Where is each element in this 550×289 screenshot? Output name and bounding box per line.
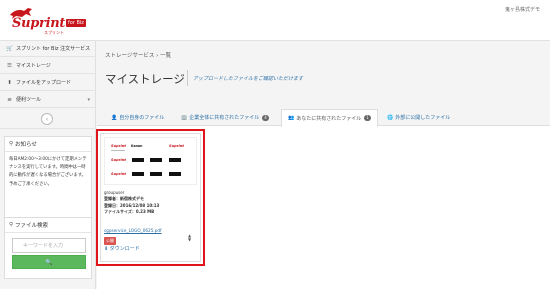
notice-panel: ⚲ お知らせ 毎日AM2:00～3:00にかけて定期メンテナンスを実行しています…: [4, 136, 92, 224]
thumb-block: [169, 172, 181, 176]
notice-body: 毎日AM2:00～3:00にかけて定期メンテナンスを実行しています。時間中は一時…: [9, 157, 87, 187]
sidebar-item-label: マイストレージ: [16, 63, 51, 69]
title-divider: [187, 70, 188, 86]
file-name-link[interactable]: sgpservice_LOGO_0625.pdf: [104, 228, 161, 233]
page-description: アップロードしたファイルをご確認いただけます: [193, 76, 304, 82]
download-icon: ⬇: [104, 246, 109, 252]
suprint-logo[interactable]: Suprint for Biz スプリント: [8, 6, 88, 35]
thumb-block: [150, 172, 162, 176]
globe-icon: 🌐: [387, 114, 394, 121]
count-badge: 4: [262, 114, 269, 121]
search-icon: 🔍: [45, 258, 53, 266]
file-card[interactable]: Suprint Kanon Suprint Suprint Suprint gr…: [100, 133, 201, 262]
thumb-block: [150, 158, 162, 162]
status-badge: 公開: [104, 237, 116, 245]
sidebar-item-upload[interactable]: ⬆ ファイルをアップロード: [0, 75, 96, 91]
upload-icon: ⬆: [7, 79, 12, 86]
tab-own-files[interactable]: 👤 自分自身のファイル: [105, 109, 170, 126]
building-icon: 🏢: [181, 114, 188, 121]
thumb-block: [132, 172, 144, 176]
map-pin-icon: ⚲: [9, 222, 14, 228]
tab-public-files[interactable]: 🌐 外部に公開したファイル: [381, 109, 456, 126]
tab-label: 外部に公開したファイル: [395, 115, 451, 121]
tab-shared-with-you[interactable]: 👥 あなたに共有されたファイル 1: [281, 109, 378, 127]
thumb-logo: Suprint: [111, 144, 126, 148]
company-name: 鬼ヶ島株式デモ: [504, 7, 540, 13]
sidebar-item-order-service[interactable]: 🛒 スプリント for Biz 注文サービス: [0, 41, 96, 57]
download-button[interactable]: ⬇ ダウンロード: [104, 245, 140, 252]
logo-kana: スプリント: [44, 30, 64, 35]
logo-biz-badge: for Biz: [66, 19, 86, 27]
cart-icon: 🛒: [6, 45, 13, 52]
file-search-header: ⚲ ファイル検索: [5, 218, 91, 233]
page-title: マイストレージ: [105, 72, 185, 86]
notice-title: お知らせ: [15, 142, 37, 148]
count-badge: 1: [364, 115, 371, 121]
sidebar-item-tools[interactable]: ≡ 便利ツール ▾: [0, 92, 96, 108]
top-bar: Suprint for Biz スプリント 鬼ヶ島株式デモ: [0, 0, 550, 41]
menu-icon: ≡: [7, 96, 12, 103]
tab-label: あなたに共有されたファイル: [296, 115, 362, 122]
collapse-sidebar-button[interactable]: ‹: [41, 113, 53, 125]
sidebar-toggle-row: ‹: [0, 109, 96, 129]
thumb-logo: Suprint: [111, 158, 126, 162]
tab-label: 企業全体に共有されたファイル: [189, 115, 260, 121]
stepper-icon[interactable]: ▲ ▼: [188, 234, 191, 242]
file-thumbnail[interactable]: Suprint Kanon Suprint Suprint Suprint: [104, 137, 197, 185]
thumb-line: [111, 150, 125, 151]
thumb-block: [132, 158, 144, 162]
search-input[interactable]: キーワードを入力: [12, 238, 86, 253]
sidebar-item-my-storage[interactable]: ☰ マイストレージ: [0, 58, 96, 74]
tab-label: 自分自身のファイル: [119, 115, 165, 121]
thumb-block: [169, 158, 181, 162]
sidebar-item-label: 便利ツール: [16, 97, 42, 103]
notice-panel-header: ⚲ お知らせ: [5, 137, 91, 152]
logo-wordmark: Suprint: [12, 16, 66, 31]
users-icon: 👥: [288, 115, 295, 121]
user-icon: 👤: [111, 114, 118, 121]
thumb-logo: Suprint: [169, 144, 184, 148]
sidebar-item-label: ファイルをアップロード: [16, 80, 72, 86]
file-search-title: ファイル検索: [15, 223, 49, 229]
file-info: groupuser 登録者：新宿株式デモ 登録日：2016/12/08 10:1…: [104, 190, 197, 216]
map-pin-icon: ⚲: [9, 141, 14, 147]
download-label: ダウンロード: [109, 246, 140, 252]
search-button[interactable]: 🔍: [12, 255, 86, 269]
storage-tabs: 👤 自分自身のファイル 🏢 企業全体に共有されたファイル 4 👥 あなたに共有さ…: [105, 109, 550, 127]
tab-company-shared[interactable]: 🏢 企業全体に共有されたファイル 4: [175, 109, 275, 126]
list-icon: ☰: [7, 62, 12, 69]
sidebar-item-label: スプリント for Biz 注文サービス: [16, 46, 91, 52]
file-search-panel: ⚲ ファイル検索 キーワードを入力 🔍: [4, 217, 92, 279]
file-size: ファイルサイズ：0.23 MB: [104, 209, 155, 215]
sidebar: 🛒 スプリント for Biz 注文サービス ☰ マイストレージ ⬆ ファイルを…: [0, 41, 96, 289]
chevron-down-icon: ▾: [87, 96, 90, 103]
breadcrumb: ストレージサービス › 一覧: [105, 53, 172, 59]
thumb-logo: Kanon: [131, 144, 143, 148]
thumb-logo: Suprint: [111, 172, 126, 176]
